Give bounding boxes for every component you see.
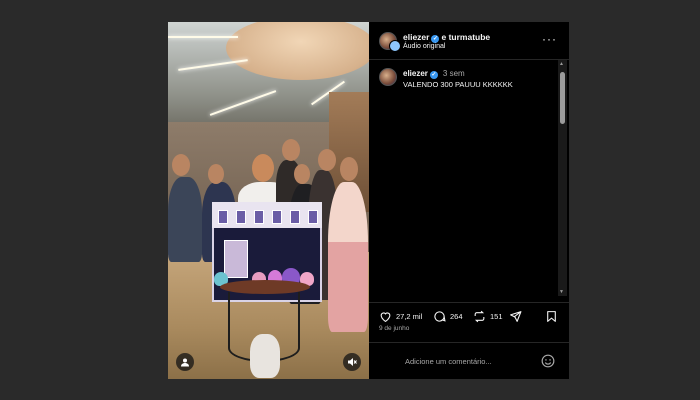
comment-header: eliezer ✓ 3 sem	[403, 69, 465, 79]
author-line: eliezer ✓ e turmatube	[403, 32, 490, 43]
send-icon	[510, 311, 522, 322]
video-player[interactable]	[168, 22, 369, 379]
scene-head	[172, 154, 190, 176]
more-options-icon[interactable]: ···	[542, 32, 557, 46]
author-connector: e	[441, 32, 447, 42]
scroll-down-icon[interactable]: ▼	[559, 289, 564, 295]
scene-head	[318, 149, 336, 171]
comment-button[interactable]: 264	[433, 310, 463, 323]
scene-flag	[236, 210, 246, 224]
scene-head	[294, 164, 310, 184]
like-count: 27,2 mil	[396, 312, 423, 321]
scrollbar-thumb[interactable]	[560, 72, 565, 124]
scene-head	[208, 164, 224, 184]
commenter-avatar[interactable]	[379, 68, 397, 86]
scene-flag	[290, 210, 300, 224]
scene-flag	[218, 210, 228, 224]
scroll-up-icon[interactable]: ▲	[559, 61, 564, 67]
page-backdrop: eliezer ✓ e turmatube Áudio original ··· e…	[0, 0, 700, 400]
scene-person	[168, 177, 202, 262]
scene-light	[168, 36, 238, 38]
author-username[interactable]: eliezer	[403, 32, 429, 42]
repost-icon	[474, 310, 485, 323]
comment-input[interactable]: Adicione um comentário...	[405, 357, 492, 366]
comment-icon	[434, 311, 446, 322]
comment-time: 3 sem	[442, 69, 465, 78]
scene-doll-box	[224, 240, 248, 278]
scene-booth-top	[212, 202, 322, 228]
mute-icon[interactable]	[343, 353, 361, 371]
caption-comment: eliezer ✓ 3 sem VALENDO 300 PAUUU KKKKKK	[369, 60, 569, 296]
emoji-icon[interactable]	[541, 354, 555, 368]
share-button[interactable]	[509, 310, 526, 323]
scene-vase	[250, 334, 280, 378]
comments-scrollbar[interactable]: ▲ ▼	[558, 60, 567, 296]
scene-head	[282, 139, 300, 161]
coauthor-avatar[interactable]	[389, 40, 401, 52]
user-tag-icon[interactable]	[176, 353, 194, 371]
heart-icon	[380, 312, 391, 323]
scene-flag	[308, 210, 318, 224]
scene-person	[328, 182, 368, 332]
scene-flag	[272, 210, 282, 224]
repost-count: 151	[490, 312, 503, 321]
coauthor-username[interactable]: turmatube	[449, 32, 491, 42]
like-button[interactable]: 27,2 mil	[379, 310, 422, 323]
comment-username[interactable]: eliezer	[403, 69, 428, 78]
bookmark-icon	[547, 311, 556, 322]
scene-flag	[254, 210, 264, 224]
verified-icon: ✓	[431, 35, 440, 43]
post-side-panel: eliezer ✓ e turmatube Áudio original ··· e…	[369, 22, 569, 379]
scene-head	[252, 154, 274, 182]
post-date[interactable]: 9 de junho	[379, 325, 409, 332]
audio-label[interactable]: Áudio original	[403, 43, 445, 50]
scene-head	[340, 157, 358, 181]
comment-text: VALENDO 300 PAUUU KKKKKK	[403, 80, 513, 89]
save-button[interactable]	[545, 310, 562, 323]
post-header: eliezer ✓ e turmatube Áudio original ···	[369, 22, 569, 60]
add-comment-bar: Adicione um comentário...	[369, 342, 569, 379]
verified-icon: ✓	[429, 71, 438, 79]
repost-button[interactable]: 151	[473, 310, 503, 323]
comment-count: 264	[450, 312, 463, 321]
instagram-post-modal: eliezer ✓ e turmatube Áudio original ··· e…	[168, 22, 569, 379]
